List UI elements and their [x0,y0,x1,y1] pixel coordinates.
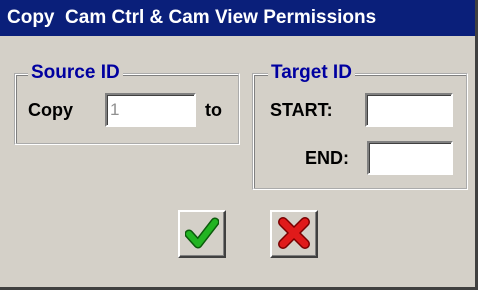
checkmark-icon [184,216,220,253]
ok-button[interactable] [178,210,226,258]
end-label: END: [305,148,349,168]
source-id-input[interactable] [105,93,196,127]
end-id-input[interactable] [367,141,453,175]
start-label: START: [270,100,333,120]
start-id-input[interactable] [365,93,453,127]
source-id-legend: Source ID [28,62,123,84]
copy-permissions-dialog: Copy Cam Ctrl & Cam View Permissions Sou… [0,0,478,290]
dialog-title: Copy Cam Ctrl & Cam View Permissions [0,0,475,36]
to-label: to [205,100,222,120]
copy-label: Copy [28,100,73,120]
cancel-button[interactable] [270,210,318,258]
close-icon [277,216,311,253]
target-id-legend: Target ID [268,62,355,84]
